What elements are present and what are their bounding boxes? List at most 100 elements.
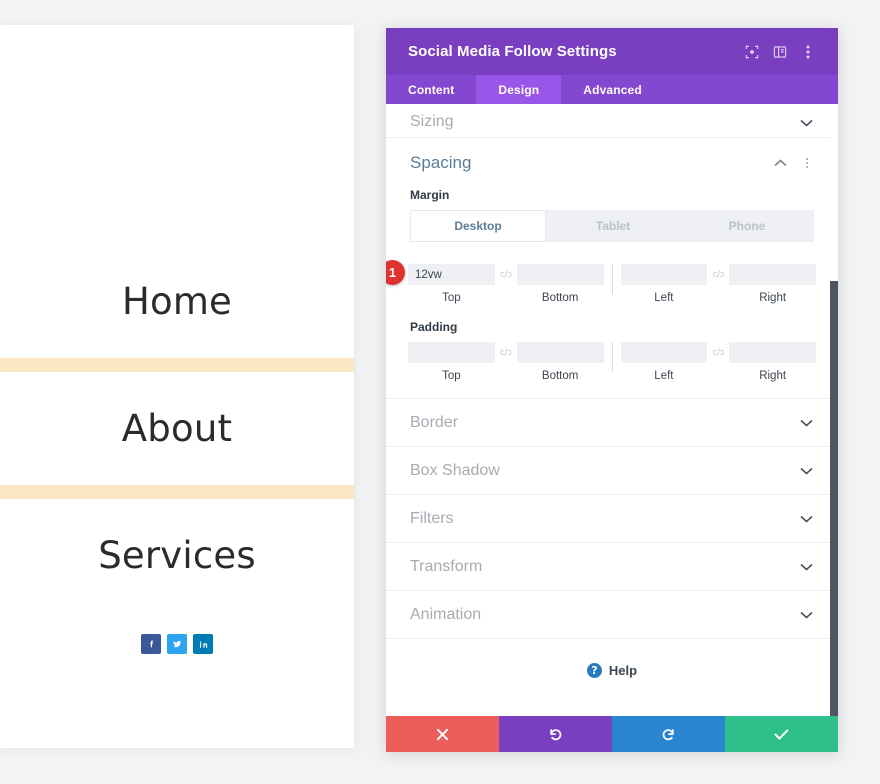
menu-item-label: Services [98,534,256,577]
dot [806,158,808,160]
social-follow-row [0,634,354,654]
margin-step-badge: 1 [386,260,405,285]
link-padding-horizontal-icon[interactable]: c/ɔ [707,342,729,363]
link-padding-vertical-icon[interactable]: c/ɔ [495,342,517,363]
margin-divider [611,264,613,294]
question-mark-icon: ? [586,663,602,678]
preview-menu-item-services[interactable]: Services [0,537,354,574]
margin-top-input[interactable]: 12vw [408,264,495,285]
spacing-more-options-icon[interactable] [800,155,814,171]
menu-separator-2 [0,485,354,499]
section-title-border: Border [410,413,459,431]
menu-item-label: Home [121,280,233,323]
link-margin-vertical-icon[interactable]: c/ɔ [495,264,517,285]
margin-left-input[interactable] [620,264,708,285]
padding-bottom-cell: Bottom [516,342,604,382]
margin-left-label: Left [654,292,674,304]
margin-right-label: Right [759,292,787,304]
padding-bottom-label: Bottom [541,370,579,382]
padding-horizontal-pair: Left c/ɔ Right [620,342,816,382]
panel-tab-bar: Content Design Advanced [386,75,838,104]
menu-gap [0,447,354,485]
section-spacing-header[interactable]: Spacing [386,138,838,188]
panel-scrollbar-thumb[interactable] [830,281,838,716]
section-sizing[interactable]: Sizing [386,104,838,138]
margin-horizontal-pair: Left c/ɔ Right [620,264,816,304]
chevron-up-icon[interactable] [772,155,788,171]
section-title-spacing: Spacing [410,153,472,172]
undo-button[interactable] [499,716,612,752]
margin-bottom-input[interactable] [516,264,604,285]
tab-design[interactable]: Design [476,75,562,104]
chevron-down-icon [798,463,814,479]
panel-scrollbar-track[interactable] [830,104,838,716]
padding-left-label: Left [654,370,674,382]
margin-device-toggle: Desktop Tablet Phone [410,210,814,242]
preview-menu-item-about[interactable]: About [0,410,354,447]
margin-inputs-grid: 1 12vw Top c/ɔ Bottom Left c/ɔ Right [386,260,838,304]
section-animation[interactable]: Animation [386,591,838,639]
padding-bottom-input[interactable] [516,342,604,363]
tab-advanced[interactable]: Advanced [561,75,664,104]
section-filters[interactable]: Filters [386,495,838,543]
save-button[interactable] [725,716,838,752]
section-title-filters: Filters [410,509,454,527]
more-vertical-icon[interactable] [794,38,822,66]
help-row: ? Help [386,639,838,716]
section-transform[interactable]: Transform [386,543,838,591]
padding-label: Padding [410,320,458,334]
layout-panel-icon[interactable] [766,38,794,66]
preview-menu-item-home[interactable]: Home [0,283,354,320]
padding-right-input[interactable] [729,342,816,363]
padding-left-input[interactable] [620,342,708,363]
check-icon [774,728,789,741]
chevron-down-icon [798,415,814,431]
menu-top-spacer [0,25,354,283]
margin-top-cell: 12vw Top [408,264,495,304]
chevron-down-icon [798,607,814,623]
margin-bottom-cell: Bottom [516,264,604,304]
panel-header: Social Media Follow Settings [386,28,838,75]
padding-top-cell: Top [408,342,495,382]
margin-label: Margin [410,188,450,202]
device-tab-desktop[interactable]: Desktop [410,210,546,242]
section-title-sizing: Sizing [410,113,454,130]
menu-separator-1 [0,358,354,372]
facebook-icon[interactable] [141,634,161,654]
device-tab-tablet[interactable]: Tablet [546,210,680,242]
menu-item-label: About [121,407,233,450]
redo-icon [661,727,676,742]
margin-bottom-label: Bottom [541,292,579,304]
menu-gap [0,499,354,537]
panel-footer-actions [386,716,838,752]
linkedin-icon[interactable] [193,634,213,654]
padding-right-label: Right [759,370,787,382]
focus-icon[interactable] [738,38,766,66]
help-button[interactable]: ? Help [586,663,637,678]
padding-top-input[interactable] [408,342,495,363]
padding-vertical-pair: Top c/ɔ Bottom [408,342,604,382]
panel-scroll-body: Sizing Spacing Margin Desktop Tablet Pho… [386,104,838,716]
link-margin-horizontal-icon[interactable]: c/ɔ [707,264,729,285]
section-border[interactable]: Border [386,399,838,447]
device-tab-phone[interactable]: Phone [680,210,814,242]
tab-content[interactable]: Content [386,75,476,104]
chevron-down-icon [798,115,814,131]
cancel-button[interactable] [386,716,499,752]
undo-icon [548,727,563,742]
padding-inputs-grid: Top c/ɔ Bottom Left c/ɔ Right [386,342,838,382]
section-title-animation: Animation [410,605,482,623]
padding-divider [611,342,613,372]
dot [806,162,808,164]
padding-right-cell: Right [729,342,816,382]
page-title: Social Media Follow Settings [408,43,617,60]
dot [806,166,808,168]
padding-left-cell: Left [620,342,708,382]
twitter-icon[interactable] [167,634,187,654]
margin-top-label: Top [442,292,461,304]
section-box-shadow[interactable]: Box Shadow [386,447,838,495]
margin-right-input[interactable] [729,264,816,285]
redo-button[interactable] [612,716,725,752]
padding-top-label: Top [442,370,461,382]
section-spacing: Spacing Margin Desktop Tablet Phone 1 12… [386,138,838,399]
